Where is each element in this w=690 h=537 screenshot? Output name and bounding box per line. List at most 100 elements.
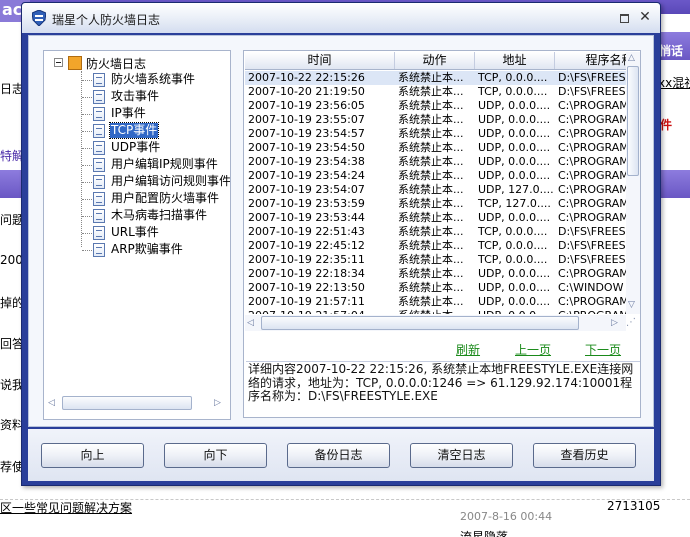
scroll-left-icon[interactable]: ◁ <box>48 398 55 408</box>
table-row[interactable]: 2007-10-19 21:57:04系统禁止本...UDP, 0.0.0...… <box>245 309 626 314</box>
background-side-text[interactable]: 问题 <box>0 211 22 228</box>
scroll-right-icon[interactable]: ▷ <box>611 318 618 328</box>
cell-address: TCP, 0.0.0.... <box>478 225 548 238</box>
cell-action: 系统禁止本... <box>398 85 464 98</box>
cell-action: 系统禁止本... <box>398 225 464 238</box>
scroll-thumb[interactable] <box>627 66 639 176</box>
next-page-link[interactable]: 下一页 <box>585 341 621 358</box>
cell-program: C:\PROGRAM <box>558 267 626 280</box>
scroll-thumb[interactable] <box>261 316 579 330</box>
background-side-text[interactable]: 资料 <box>0 416 22 433</box>
collapse-icon[interactable] <box>54 58 63 67</box>
cell-address: UDP, 0.0.0.... <box>478 99 551 112</box>
scroll-down-icon[interactable]: ▽ <box>628 300 635 310</box>
title-bar[interactable]: 瑞星个人防火墙日志 ✕ <box>22 3 660 33</box>
cell-program: D:\FS\FREES <box>558 239 626 252</box>
table-row[interactable]: 2007-10-19 22:13:50 系统禁止本... UDP, 0.0.0...… <box>245 281 626 295</box>
cell-program: C:\PROGRAM <box>558 183 626 196</box>
background-right-red[interactable]: 件 <box>660 116 690 133</box>
cell-action: 系统禁止本... <box>398 127 464 140</box>
cell-address: UDP, 0.0.0.... <box>478 281 551 294</box>
background-side-text: 日志 <box>0 82 22 96</box>
tree-item-label: 用户编辑访问规则事件 <box>111 174 231 188</box>
background-side-text[interactable]: 说我月 <box>0 376 22 393</box>
table-row[interactable]: 2007-10-19 22:35:11 系统禁止本... TCP, 0.0.0...… <box>245 253 626 267</box>
cell-action: 系统禁止本... <box>398 239 464 252</box>
table-vertical-scrollbar[interactable]: △ ▽ <box>626 52 640 314</box>
column-header-address[interactable]: 地址 <box>475 52 555 69</box>
log-file-icon <box>93 243 105 257</box>
cell-address: UDP, 0.0.0.... <box>478 169 551 182</box>
table-row[interactable]: 2007-10-19 23:53:44 系统禁止本... UDP, 0.0.0...… <box>245 211 626 225</box>
cell-address: TCP, 127.0.... <box>478 197 551 210</box>
background-right-link[interactable]: xx混社 <box>658 74 690 91</box>
table-row[interactable]: 2007-10-19 22:51:43 系统禁止本... TCP, 0.0.0...… <box>245 225 626 239</box>
move-up-button[interactable]: 向上 <box>41 443 144 468</box>
close-button[interactable]: ✕ <box>639 10 651 24</box>
table-row[interactable]: 2007-10-19 23:56:05 系统禁止本... UDP, 0.0.0...… <box>245 99 626 113</box>
cell-program: C:\PROGRAM <box>558 141 626 154</box>
cell-time: 2007-10-19 22:45:12 <box>248 239 365 252</box>
background-side-text[interactable]: 荐使 <box>0 458 22 475</box>
table-row[interactable]: 2007-10-19 23:54:07 系统禁止本... UDP, 127.0...… <box>245 183 626 197</box>
table-row[interactable]: 2007-10-19 21:57:11 系统禁止本... UDP, 0.0.0...… <box>245 295 626 309</box>
log-table: 时间 动作 地址 程序名称 2007-10-22 22:15:26 系统禁止本..… <box>245 52 626 314</box>
refresh-link[interactable]: 刷新 <box>456 341 480 358</box>
background-side-text[interactable]: 特解 <box>0 147 22 164</box>
table-row[interactable]: 2007-10-19 23:54:38 系统禁止本... UDP, 0.0.0...… <box>245 155 626 169</box>
table-row[interactable]: 2007-10-19 23:53:59 系统禁止本... TCP, 127.0...… <box>245 197 626 211</box>
backup-log-button[interactable]: 备份日志 <box>287 443 390 468</box>
cell-action: 系统禁止本... <box>398 71 464 84</box>
cell-address: TCP, 0.0.0.... <box>478 71 548 84</box>
shield-icon <box>32 10 46 26</box>
column-header-action[interactable]: 动作 <box>395 52 475 69</box>
prev-page-link[interactable]: 上一页 <box>515 341 551 358</box>
column-header-program[interactable]: 程序名称 <box>555 52 626 69</box>
cell-address: TCP, 0.0.0.... <box>478 239 548 252</box>
table-row[interactable]: 2007-10-19 22:45:12 系统禁止本... TCP, 0.0.0...… <box>245 239 626 253</box>
cell-time: 2007-10-19 23:54:50 <box>248 141 365 154</box>
table-row[interactable]: 2007-10-19 22:18:34 系统禁止本... UDP, 0.0.0...… <box>245 267 626 281</box>
background-bottom-link[interactable]: 区一些常见问题解决方案 <box>0 499 200 516</box>
log-file-icon <box>93 107 105 121</box>
column-header-time[interactable]: 时间 <box>245 52 395 69</box>
scroll-right-icon[interactable]: ▷ <box>214 398 221 408</box>
cell-action: 系统禁止本... <box>398 295 464 308</box>
scroll-thumb[interactable] <box>62 396 192 410</box>
log-file-icon <box>93 192 105 206</box>
cell-time: 2007-10-19 22:13:50 <box>248 281 365 294</box>
cell-action: 系统禁止本... <box>395 309 475 314</box>
move-down-button[interactable]: 向下 <box>164 443 267 468</box>
tree-item-label: IP事件 <box>111 106 146 120</box>
tree-item-label: URL事件 <box>111 225 159 239</box>
cell-program: C:\PROGRAM <box>558 211 626 224</box>
cell-address: UDP, 0.0.0.... <box>478 155 551 168</box>
background-side-text[interactable]: 2008 <box>0 253 22 267</box>
scroll-up-icon[interactable]: △ <box>628 53 635 63</box>
cell-time: 2007-10-19 22:51:43 <box>248 225 365 238</box>
table-row[interactable]: 2007-10-22 22:15:26 系统禁止本... TCP, 0.0.0...… <box>245 71 626 85</box>
table-horizontal-scrollbar[interactable]: ◁ ▷ <box>245 315 626 331</box>
table-row[interactable]: 2007-10-19 23:54:24 系统禁止本... UDP, 0.0.0...… <box>245 169 626 183</box>
tree-item-label: 用户配置防火墙事件 <box>111 191 220 205</box>
table-row[interactable]: 2007-10-20 21:19:50 系统禁止本... TCP, 0.0.0...… <box>245 85 626 99</box>
resize-grip-icon[interactable]: ⋰ <box>626 317 640 331</box>
tree-horizontal-scrollbar[interactable]: ◁ ▷ <box>46 394 228 412</box>
cell-address: UDP, 0.0.0.... <box>478 127 551 140</box>
tree-item-label: 防火墙系统事件 <box>111 72 196 86</box>
cell-time: 2007-10-22 22:15:26 <box>248 71 365 84</box>
table-row[interactable]: 2007-10-19 23:55:07 系统禁止本... UDP, 0.0.0...… <box>245 113 626 127</box>
background-side-text[interactable]: 回答 <box>0 335 22 352</box>
table-row[interactable]: 2007-10-19 23:54:57 系统禁止本... UDP, 0.0.0...… <box>245 127 626 141</box>
maximize-button[interactable] <box>620 14 629 23</box>
scroll-left-icon[interactable]: ◁ <box>247 318 254 328</box>
cell-address: UDP, 0.0.0.... <box>478 211 551 224</box>
table-row[interactable]: 2007-10-19 23:54:50 系统禁止本... UDP, 0.0.0...… <box>245 141 626 155</box>
tree-root-label: 防火墙日志 <box>86 57 147 71</box>
cell-action: 系统禁止本... <box>398 281 464 294</box>
background-side-text[interactable]: 掉的 <box>0 294 22 311</box>
clear-log-button[interactable]: 清空日志 <box>410 443 513 468</box>
view-history-button[interactable]: 查看历史 <box>533 443 636 468</box>
cell-action: 系统禁止本... <box>398 197 464 210</box>
cell-address: UDP, 0.0.0.... <box>475 309 555 314</box>
